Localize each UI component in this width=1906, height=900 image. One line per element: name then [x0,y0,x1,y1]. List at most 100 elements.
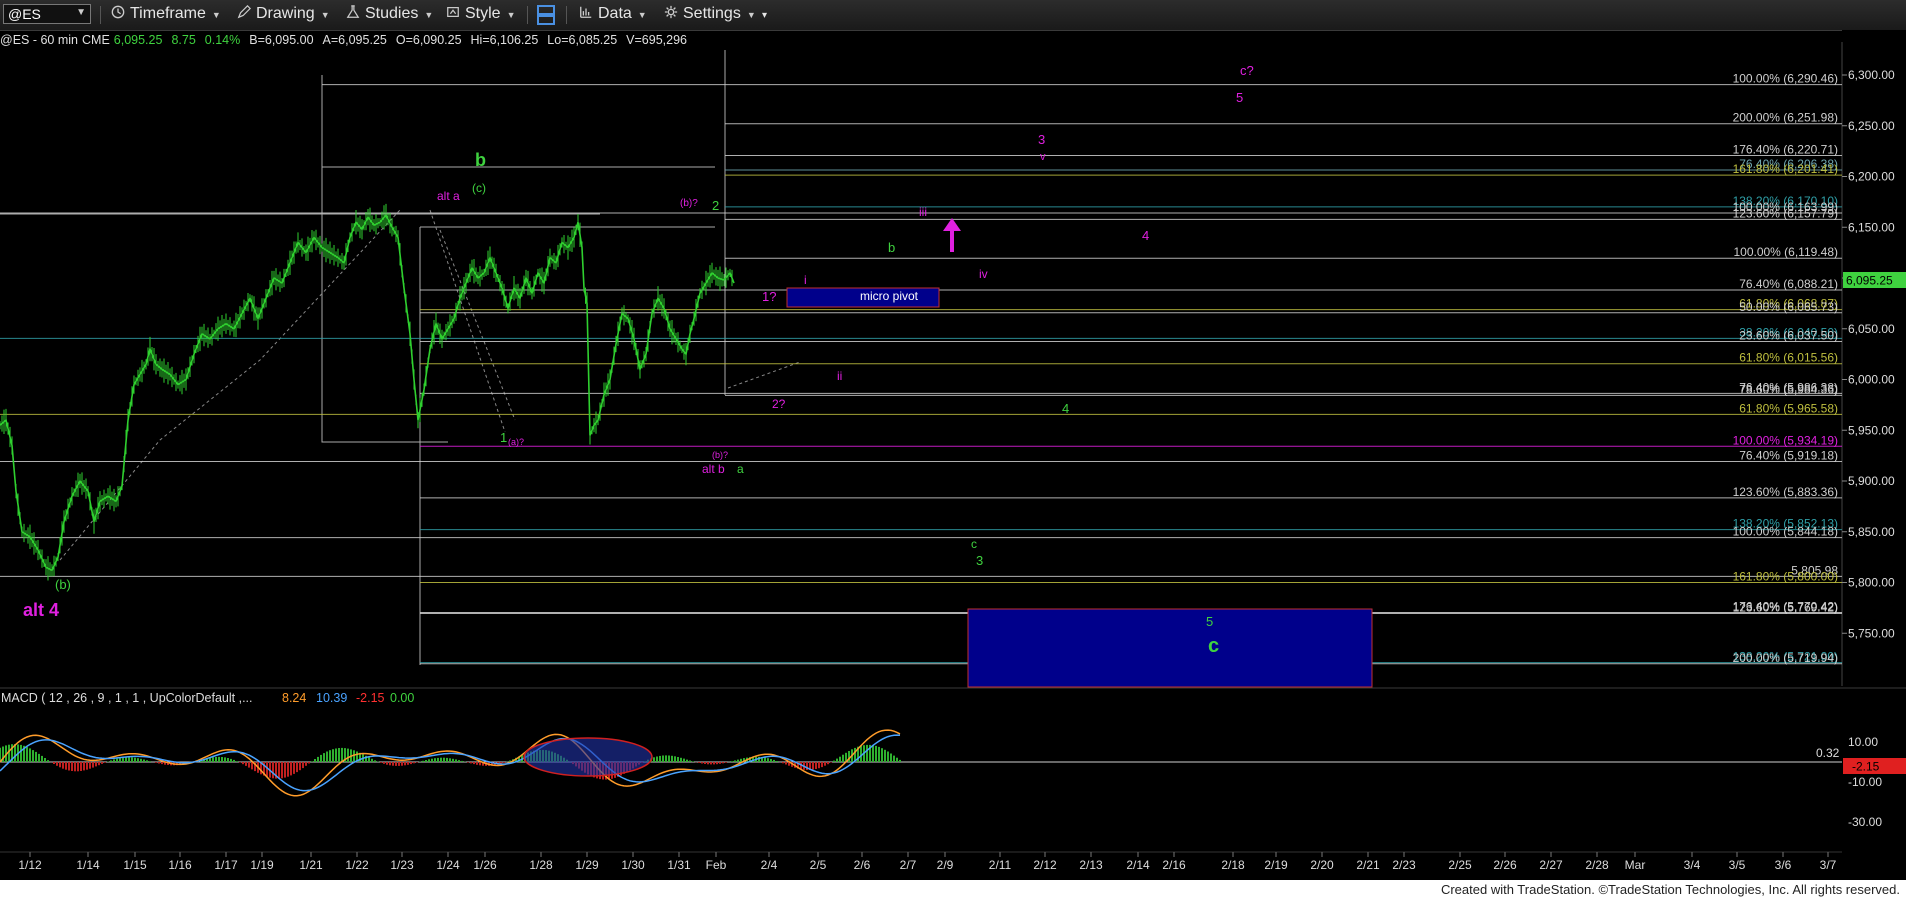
date-axis-tick-label: 3/6 [1775,858,1792,872]
wave-label: b [475,150,486,170]
fib-level-label: 23.60% (6,037.50) [1739,328,1838,342]
wave-label: 4 [1142,228,1149,243]
date-axis-tick-label: 1/30 [621,858,645,872]
price-axis-tick-label: 5,800.00 [1848,576,1895,590]
last-price-label: 6,095.25 [1846,274,1893,288]
fib-level-label: 100.00% (6,119.48) [1733,245,1838,259]
wave-label: b [888,240,895,255]
date-axis-tick-label: Feb [706,858,727,872]
price-bars [0,203,735,581]
date-axis: 1/12 1/14 1/15 1/16 1/17 1/19 1/21 1/22 1/23 1/24… [18,852,1837,872]
date-axis-tick-label: 1/28 [529,858,553,872]
up-arrow-icon [943,218,961,252]
price-axis-tick-label: 6,200.00 [1848,170,1895,184]
footer: Created with TradeStation. ©TradeStation… [0,880,1906,900]
wave-label: 1 [500,430,507,445]
wave-structure-boxes [0,50,801,665]
fib-level-label: 50.00% (6,065.73) [1739,300,1838,314]
price-axis-tick-label: 6,050.00 [1848,322,1895,336]
date-axis-tick-label: 2/14 [1126,858,1150,872]
date-axis-tick-label: 2/23 [1392,858,1416,872]
macd-axis-tick: 10.00 [1848,735,1878,749]
fib-level-label: 61.80% (5,965.58) [1739,401,1838,415]
date-axis-tick-label: 1/15 [123,858,147,872]
wave-label: (b) [55,577,71,592]
wave-label: iv [979,267,988,281]
wave-label: a [737,462,744,476]
fib-level-label: 123.60% (5,883.36) [1733,485,1838,499]
date-axis-tick-label: 1/23 [390,858,414,872]
wave-label: 3 [976,553,983,568]
macd-plot [0,729,901,797]
fibonacci-levels: 100.00% (6,290.46)200.00% (6,251.98)176.… [0,72,1842,665]
price-axis-tick-label: 5,950.00 [1848,423,1895,437]
macd-axis-tick: -10.00 [1848,775,1882,789]
wave-label: alt a [437,189,460,203]
date-axis-tick-label: 2/16 [1162,858,1186,872]
date-axis-tick-label: 1/31 [667,858,691,872]
wave-label: (b)? [712,450,728,460]
wave-label: i [804,273,807,287]
wave-label: 5 [1206,614,1213,629]
fib-level-label: 76.40% (6,088.21) [1739,277,1838,291]
date-axis-tick-label: 2/21 [1356,858,1380,872]
price-chart[interactable]: 100.00% (6,290.46)200.00% (6,251.98)176.… [0,0,1906,880]
channel-line [727,361,801,389]
fib-level-label: 161.80% (6,201.41) [1733,162,1838,176]
channel-line [439,229,516,421]
date-axis-tick-label: 1/24 [436,858,460,872]
wave-label: (b)? [680,198,698,209]
price-series-line [0,213,735,572]
fib-level-label: 161.80% (5,800.00) [1733,570,1838,584]
wave-label: alt 4 [23,600,59,620]
channel-line [429,209,506,433]
wave-label: 5 [1236,90,1243,105]
macd-last-label: -2.15 [1852,760,1880,774]
fib-level-label: 123.60% (6,157.79) [1733,206,1838,220]
date-axis-tick-label: 2/13 [1079,858,1103,872]
price-axis-tick-label: 6,300.00 [1848,68,1895,82]
target-box [967,608,1373,688]
price-axis-tick-label: 5,900.00 [1848,474,1895,488]
fib-level-label: 200.00% (5,719.94) [1733,651,1838,665]
date-axis-tick-label: 2/27 [1539,858,1563,872]
date-axis-tick-label: 1/21 [299,858,323,872]
date-axis-tick-label: 3/5 [1729,858,1746,872]
wave-label: (a)? [508,437,524,447]
date-axis-tick-label: 1/22 [345,858,369,872]
fib-level-label: 176.40% (6,220.71) [1733,142,1838,156]
macd-axis-tick: -30.00 [1848,815,1882,829]
fib-level-label: 200.00% (6,251.98) [1733,111,1838,125]
date-axis-tick-label: 1/29 [575,858,599,872]
price-axis-tick-label: 5,850.00 [1848,525,1895,539]
date-axis-tick-label: 2/20 [1310,858,1334,872]
wave-label: alt b [702,462,725,476]
copyright-text: Created with TradeStation. ©TradeStation… [1440,882,1900,897]
wave-label: 1? [762,289,776,304]
date-axis-tick-label: 2/25 [1448,858,1472,872]
macd-zero-value: 0.00 [390,691,414,705]
fib-level-label: 76.40% (5,919.18) [1739,449,1838,463]
fib-level-label: 100.00% (5,934.19) [1733,433,1838,447]
date-axis-tick-label: 2/11 [989,858,1012,872]
date-axis-tick-label: 2/19 [1264,858,1288,872]
price-axis-tick-label: 6,150.00 [1848,220,1895,234]
date-axis-tick-label: 1/14 [76,858,100,872]
date-axis-tick-label: 2/12 [1033,858,1057,872]
wave-label: c? [1240,63,1254,78]
fib-level-label: 100.00% (6,290.46) [1733,72,1838,86]
price-axis-tick-label: 5,750.00 [1848,626,1895,640]
wave-label: 2? [772,397,786,411]
macd-line [0,729,901,797]
date-axis-tick-label: 1/16 [168,858,192,872]
wave-label: 3 [1038,132,1045,147]
wave-label: c [971,537,977,551]
date-axis-tick-label: 2/5 [810,858,827,872]
date-axis-tick-label: 1/19 [250,858,274,872]
fib-level-label: 123.60% (5,769.42) [1733,601,1838,615]
price-axis-tick-label: 6,000.00 [1848,373,1895,387]
date-axis-tick-label: 3/4 [1684,858,1701,872]
wave-label: iii [919,205,927,219]
fib-level-label: 61.80% (6,015.56) [1739,351,1838,365]
date-axis-tick-label: 2/7 [900,858,917,872]
